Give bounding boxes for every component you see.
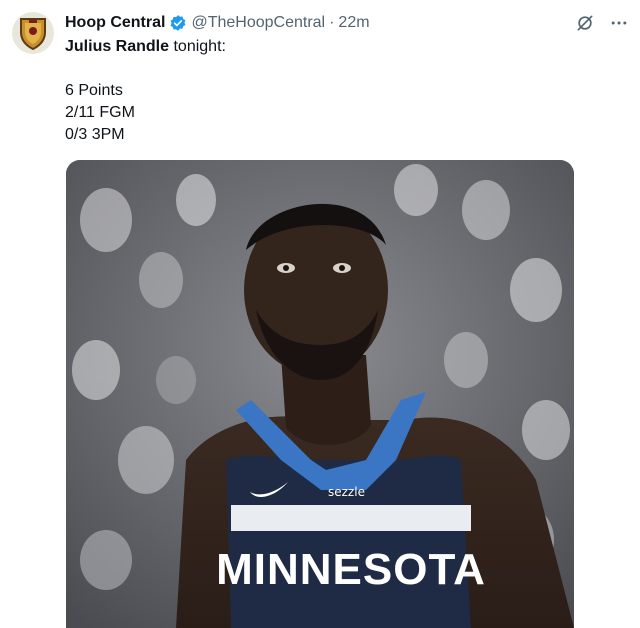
avatar[interactable]: [12, 12, 54, 54]
player-name: Julius Randle: [65, 38, 170, 55]
verified-badge-icon: [169, 14, 187, 32]
tweet-photo[interactable]: sezzle MINNESOTA: [66, 160, 574, 628]
shield-logo-icon: [20, 18, 46, 50]
stat-line: 0/3 3PM: [65, 126, 125, 143]
stat-list: 6 Points 2/11 FGM 0/3 3PM: [65, 80, 135, 146]
jersey-text: MINNESOTA: [216, 545, 486, 594]
grok-icon[interactable]: [574, 12, 596, 34]
tweet-text-rest: tonight:: [169, 38, 226, 55]
separator-dot: ·: [329, 14, 335, 31]
tweet-header: Hoop Central @TheHoopCentral · 22m: [65, 13, 370, 33]
tweet-actions: [574, 12, 630, 34]
timestamp[interactable]: 22m: [338, 14, 369, 32]
account-handle[interactable]: @TheHoopCentral: [191, 14, 325, 32]
stat-line: 2/11 FGM: [65, 104, 135, 121]
tweet-text: Julius Randle tonight:: [65, 36, 226, 58]
stat-line: 6 Points: [65, 82, 123, 99]
account-name[interactable]: Hoop Central: [65, 14, 165, 32]
player-photo: sezzle MINNESOTA: [66, 160, 574, 628]
sponsor-text: sezzle: [328, 485, 365, 499]
more-options-icon[interactable]: [608, 12, 630, 34]
